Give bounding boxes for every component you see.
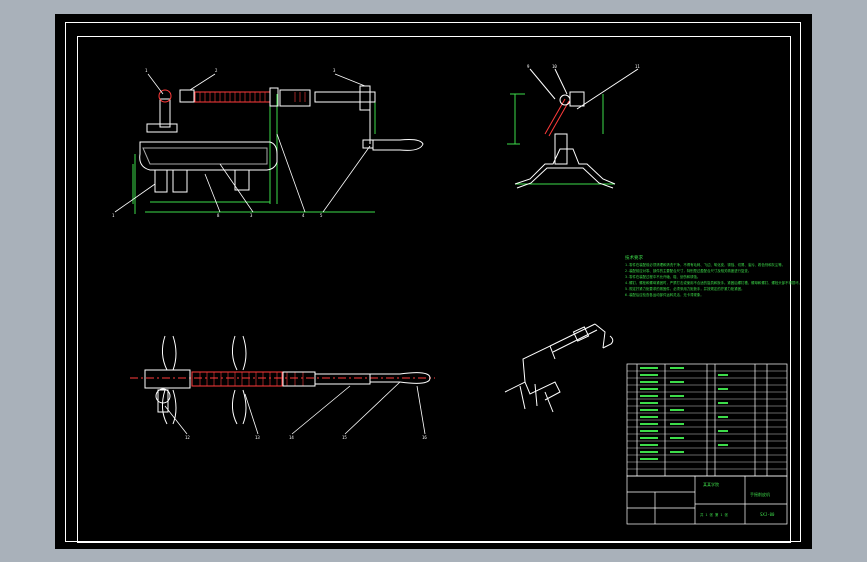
balloon-label: 15 [342,435,347,440]
drawing-number: SXJ-00 [760,512,775,517]
balloon-label: 14 [289,435,294,440]
balloon-label: 10 [552,64,557,69]
balloon-label: 5 [320,213,323,218]
tech-requirements: 技术要求 1.零件在装配前必须清理和清洗干净，不得有毛刺、飞边、氧化皮、锈蚀、切… [625,254,802,297]
tech-title: 技术要求 [625,254,643,261]
tech-line: 6.装配后应检查各运动部件运转灵活，无卡滞现象。 [625,292,704,297]
top-view [130,335,435,435]
tech-line: 4.螺钉、螺栓和螺母紧固时，严禁打击或使用不合适的旋具和扳手。紧固后螺钉槽、螺母… [625,280,802,285]
sheet-count: 共 1 张 第 1 张 [700,512,728,517]
title-block-text: 某某学院 手摇削皮机 SXJ-00 共 1 张 第 1 张 [700,481,775,517]
front-view [114,73,424,214]
side-view [507,68,639,189]
balloon-label: 13 [255,435,260,440]
balloon-label: 1 [112,213,115,218]
balloon-label: 2 [215,68,218,73]
drawing-name: 手摇削皮机 [750,491,770,497]
tech-line: 2.装配前应对零、部件的主要配合尺寸，特别是过盈配合尺寸及相关精度进行复查。 [625,268,751,273]
balloon-label: 9 [527,64,530,69]
balloon-label: 11 [635,64,640,69]
balloon-label: 12 [185,435,190,440]
company-name: 某某学院 [703,481,719,487]
balloon-label: 8 [217,213,220,218]
tech-line: 1.零件在装配前必须清理和清洗干净，不得有毛刺、飞边、氧化皮、锈蚀、切屑、油污、… [625,262,785,267]
balloon-label: 3 [333,68,336,73]
balloon-label: 16 [422,435,427,440]
balloon-labels: 1 2 3 1 8 3 4 5 9 10 11 12 13 14 15 16 [112,64,640,440]
isometric-view [504,323,614,413]
balloon-label: 1 [145,68,148,73]
cad-viewport[interactable]: 技术要求 1.零件在装配前必须清理和清洗干净，不得有毛刺、飞边、氧化皮、锈蚀、切… [55,14,812,549]
balloon-label: 4 [302,213,305,218]
tech-line: 3.零件在装配过程中不允许磕、碰、划伤和锈蚀。 [625,274,700,279]
tech-line: 5.规定拧紧力矩要求的紧固件，必须采用力矩扳手，并按规定的拧紧力矩紧固。 [625,286,744,291]
drawing-canvas: 技术要求 1.零件在装配前必须清理和清洗干净，不得有毛刺、飞边、氧化皮、锈蚀、切… [112,64,802,525]
balloon-label: 3 [250,213,253,218]
